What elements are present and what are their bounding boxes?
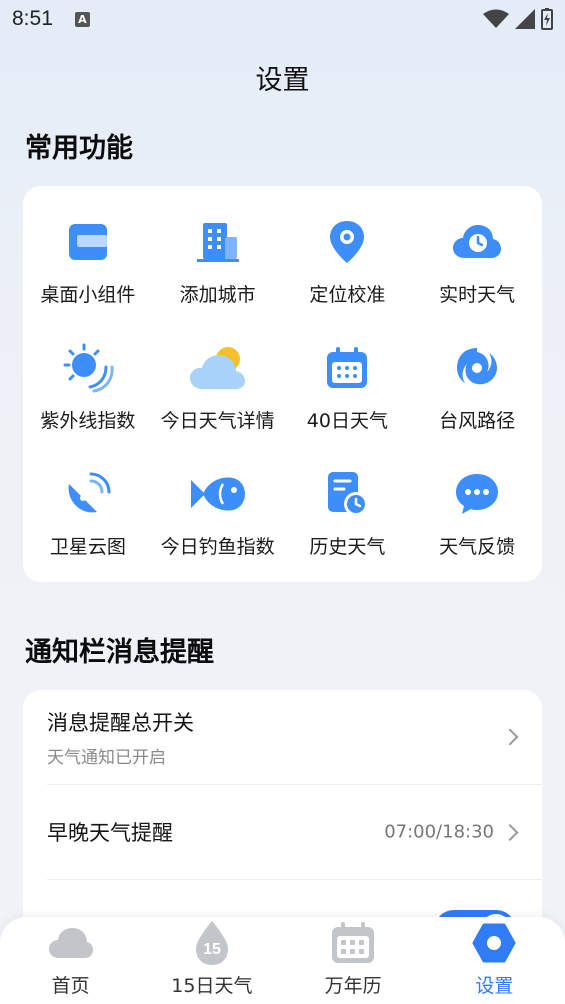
nav-home[interactable]: 首页	[0, 919, 141, 998]
forty-day-weather-button[interactable]: 40日天气	[283, 342, 413, 468]
location-calibrate-button[interactable]: 定位校准	[283, 216, 413, 342]
calendar-icon	[317, 342, 377, 394]
row-title: 消息提醒总开关	[47, 710, 194, 735]
grid-label: 卫星云图	[49, 536, 126, 558]
grid-label: 今日天气详情	[160, 410, 275, 432]
today-weather-detail-button[interactable]: 今日天气详情	[153, 342, 283, 468]
notification-icon: A	[74, 11, 90, 27]
weather-feedback-button[interactable]: 天气反馈	[412, 468, 542, 594]
typhoon-path-button[interactable]: 台风路径	[412, 342, 542, 468]
status-icons	[483, 8, 553, 30]
status-bar: 8:51 A	[0, 0, 565, 38]
nav-label: 首页	[51, 975, 90, 997]
notify-section-title: 通知栏消息提醒	[25, 637, 214, 668]
signal-icon	[515, 9, 535, 29]
nav-calendar[interactable]: 万年历	[283, 919, 424, 998]
uv-index-button[interactable]: 紫外线指数	[23, 342, 153, 468]
drop-15-icon: 15	[192, 919, 232, 967]
wifi-icon	[483, 9, 509, 28]
nav-label: 15日天气	[171, 975, 253, 997]
bottom-nav: 首页 15 15日天气 万年历 设置	[0, 917, 565, 1004]
cloud-icon	[47, 919, 95, 967]
cloud-clock-icon	[447, 216, 507, 268]
battery-icon	[541, 8, 553, 30]
nav-label: 设置	[475, 975, 514, 997]
grid-label: 添加城市	[179, 284, 256, 306]
morning-evening-reminder-row[interactable]: 早晚天气提醒 07:00/18:30	[47, 785, 542, 880]
widget-icon	[58, 216, 118, 268]
sun-uv-icon	[58, 342, 118, 394]
status-time: 8:51	[12, 7, 53, 30]
grid-label: 40日天气	[306, 410, 388, 432]
location-pin-icon	[317, 216, 377, 268]
grid-label: 桌面小组件	[40, 284, 136, 306]
grid-label: 天气反馈	[439, 536, 516, 558]
fish-icon	[188, 468, 248, 520]
chat-bubble-icon	[447, 468, 507, 520]
grid-label: 定位校准	[309, 284, 386, 306]
page-title: 设置	[255, 65, 310, 96]
settings-hex-icon	[472, 919, 516, 967]
widget-button[interactable]: 桌面小组件	[23, 216, 153, 342]
nav-label: 万年历	[324, 975, 382, 997]
typhoon-icon	[447, 342, 507, 394]
fishing-index-button[interactable]: 今日钓鱼指数	[153, 468, 283, 594]
grid-label: 历史天气	[309, 536, 386, 558]
common-section-title: 常用功能	[25, 133, 133, 164]
history-weather-button[interactable]: 历史天气	[283, 468, 413, 594]
chevron-right-icon	[501, 728, 519, 746]
satellite-icon	[58, 468, 118, 520]
grid-label: 实时天气	[439, 284, 516, 306]
satellite-map-button[interactable]: 卫星云图	[23, 468, 153, 594]
history-doc-icon	[317, 468, 377, 520]
common-functions-card: 桌面小组件 添加城市 定位校准 实时天气 紫外线指数 今日天气详情 40日天气 …	[23, 186, 542, 582]
reminder-time-value: 07:00/18:30	[384, 821, 494, 843]
sun-cloud-icon	[188, 342, 248, 394]
calendar-grid-icon	[330, 919, 376, 967]
master-switch-row[interactable]: 消息提醒总开关 天气通知已开启	[47, 690, 542, 785]
nav-settings[interactable]: 设置	[424, 919, 565, 998]
grid-label: 今日钓鱼指数	[160, 536, 275, 558]
chevron-right-icon	[501, 823, 519, 841]
grid-label: 台风路径	[439, 410, 516, 432]
add-city-button[interactable]: 添加城市	[153, 216, 283, 342]
building-icon	[188, 216, 248, 268]
drop-badge-text: 15	[203, 941, 221, 958]
nav-15day[interactable]: 15 15日天气	[141, 919, 282, 998]
grid-label: 紫外线指数	[40, 410, 136, 432]
row-subtitle: 天气通知已开启	[47, 747, 166, 768]
realtime-weather-button[interactable]: 实时天气	[412, 216, 542, 342]
